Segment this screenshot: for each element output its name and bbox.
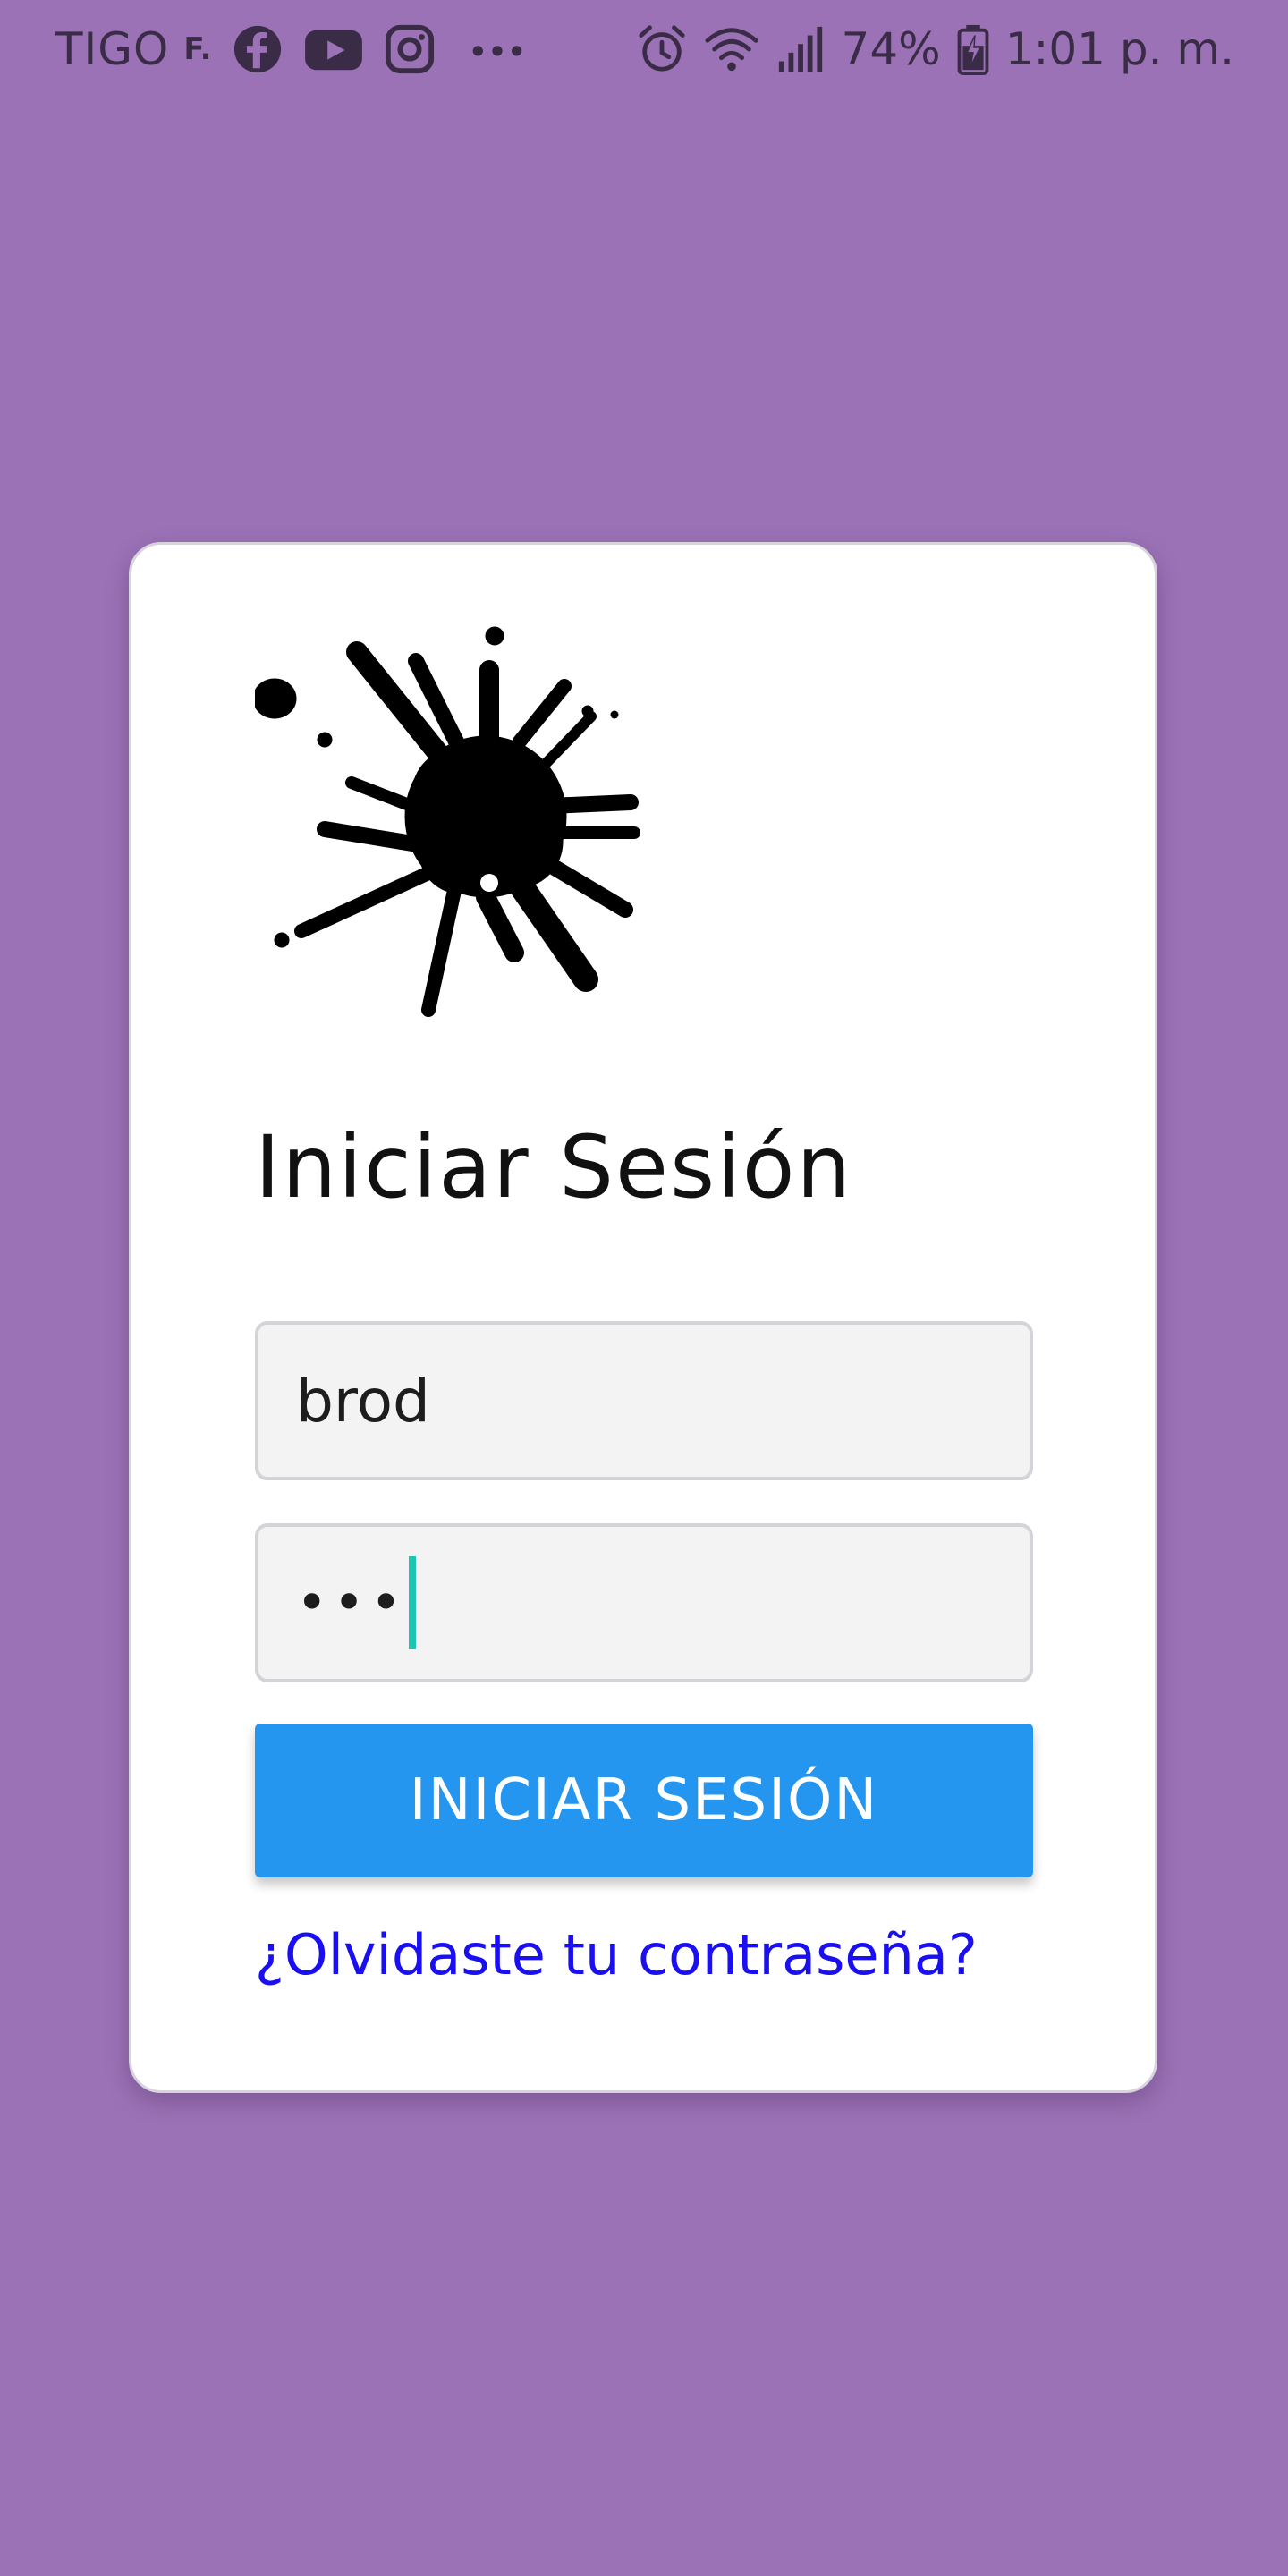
youtube-icon [304, 30, 362, 71]
ink-splash-logo [255, 626, 640, 1017]
text-caret [409, 1556, 417, 1649]
carrier-name: TIGO [55, 23, 170, 75]
login-title: Iniciar Sesión [255, 1117, 853, 1217]
more-dots-icon [472, 46, 521, 56]
instagram-icon [385, 24, 434, 74]
facebook-icon [233, 25, 281, 73]
battery-percent: 74% [841, 23, 941, 75]
wifi-icon [705, 28, 758, 72]
status-bar-right: 74% 1:01 p. m. [636, 20, 1234, 79]
forgot-password-link[interactable]: ¿Olvidaste tu contraseña? [255, 1922, 1033, 1987]
clock: 1:01 p. m. [1004, 23, 1234, 75]
login-card: Iniciar Sesión brod ••• INICIAR SESIÓN ¿… [129, 542, 1157, 2093]
login-button[interactable]: INICIAR SESIÓN [255, 1724, 1033, 1877]
alarm-icon [638, 25, 685, 72]
username-input[interactable]: brod [255, 1321, 1033, 1480]
password-input[interactable]: ••• [255, 1523, 1033, 1682]
status-bar: TIGO F. 74% 1:01 p. m. [0, 0, 1288, 98]
carrier-suffix: F. [183, 31, 212, 67]
username-value: brod [296, 1366, 430, 1436]
status-bar-left: TIGO F. [55, 20, 527, 79]
password-masked-value: ••• [296, 1572, 408, 1634]
signal-icon [778, 26, 822, 72]
battery-icon [957, 24, 989, 75]
